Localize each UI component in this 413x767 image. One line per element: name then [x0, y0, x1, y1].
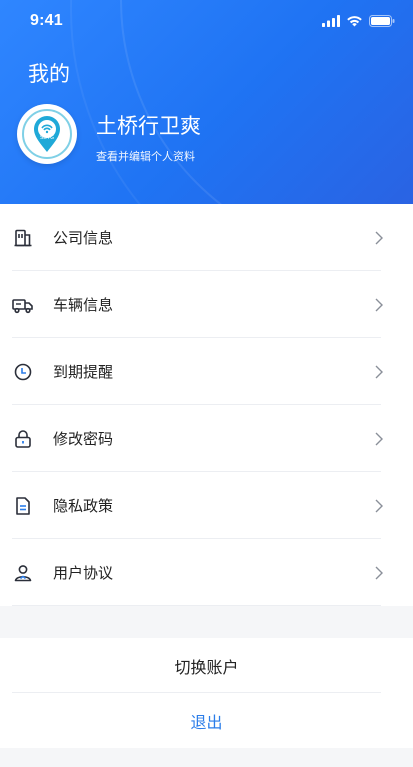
truck-icon	[12, 294, 34, 316]
account-actions: 切换账户 退出	[0, 638, 413, 748]
chevron-right-icon	[375, 365, 383, 378]
signal-icon	[322, 14, 340, 32]
switch-account-button[interactable]: 切换账户	[0, 638, 413, 693]
menu-item-privacy-policy[interactable]: 隐私政策	[0, 472, 413, 539]
profile-name[interactable]: 土桥行卫爽	[96, 110, 201, 140]
logout-button[interactable]: 退出	[0, 693, 413, 748]
menu-item-change-password[interactable]: 修改密码	[0, 405, 413, 472]
menu-item-label: 用户协议	[53, 565, 114, 582]
status-icons	[322, 14, 395, 32]
document-icon	[12, 495, 34, 517]
profile-header: 9:41 我的 SDTG 土桥行卫爽 查看并编辑个人资料	[0, 0, 413, 204]
edit-profile-link[interactable]: 查看并编辑个人资料	[96, 148, 195, 164]
menu-list: 公司信息 车辆信息 到期提醒 修改密码 隐私政策 用户协议	[0, 204, 413, 606]
chevron-right-icon	[375, 432, 383, 445]
menu-item-user-agreement[interactable]: 用户协议	[0, 539, 413, 606]
menu-item-label: 到期提醒	[53, 364, 114, 381]
logo-text: SDTG	[40, 135, 54, 141]
menu-item-label: 隐私政策	[53, 498, 114, 515]
chevron-right-icon	[375, 566, 383, 579]
menu-item-label: 车辆信息	[53, 297, 114, 314]
avatar[interactable]: SDTG	[17, 104, 77, 164]
company-logo-icon: SDTG	[22, 109, 72, 159]
menu-item-company-info[interactable]: 公司信息	[0, 204, 413, 271]
section-divider	[0, 606, 413, 638]
menu-item-vehicle-info[interactable]: 车辆信息	[0, 271, 413, 338]
chevron-right-icon	[375, 231, 383, 244]
menu-item-label: 修改密码	[53, 431, 114, 448]
chevron-right-icon	[375, 499, 383, 512]
chevron-right-icon	[375, 298, 383, 311]
menu-item-expiry-reminder[interactable]: 到期提醒	[0, 338, 413, 405]
user-agreement-icon	[12, 562, 34, 584]
status-time: 9:41	[30, 12, 63, 29]
profile-page: 9:41 我的 SDTG 土桥行卫爽 查看并编辑个人资料 公司信息 车辆信息 到…	[0, 0, 413, 767]
wifi-icon	[346, 14, 363, 32]
lock-icon	[12, 428, 34, 450]
menu-item-label: 公司信息	[53, 230, 114, 247]
status-bar: 9:41	[0, 0, 413, 44]
battery-icon	[369, 14, 395, 32]
building-icon	[12, 227, 34, 249]
clock-icon	[12, 361, 34, 383]
page-title: 我的	[28, 63, 70, 86]
